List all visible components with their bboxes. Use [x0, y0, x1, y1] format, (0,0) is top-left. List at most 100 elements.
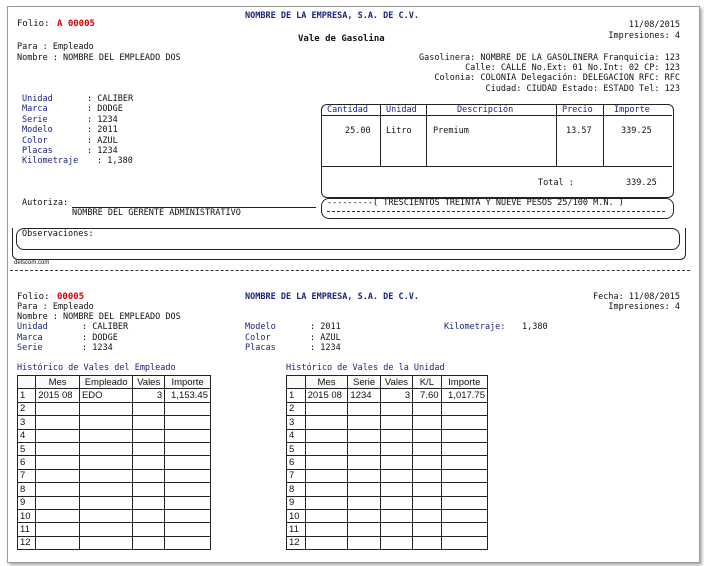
- hist-unit-header-cell: Vales: [379, 374, 414, 390]
- hist-unit-header-cell: Serie: [347, 374, 381, 390]
- company-name: NOMBRE DE LA EMPRESA, S.A. DE C.V.: [245, 11, 419, 21]
- hist-unit-cell: [412, 455, 442, 470]
- cut-line: [10, 270, 690, 271]
- vehicle-label-marca: Marca: [22, 104, 48, 114]
- hist-employee-cell: [164, 455, 211, 470]
- hist-employee-cell: [35, 495, 80, 510]
- hist-employee-cell: [78, 482, 134, 497]
- hist-employee-cell: [78, 468, 134, 484]
- hist-employee-cell: 3: [132, 388, 166, 403]
- hist-unit-cell: 6: [286, 455, 306, 470]
- hist-unit-cell: 12: [286, 535, 306, 551]
- hist-unit-cell: [379, 401, 414, 417]
- hist-unit-cell: [347, 495, 381, 510]
- hist-employee-cell: [35, 401, 80, 417]
- vehicle-label-color: Color: [22, 136, 48, 146]
- hist-unit-cell: 3: [286, 415, 306, 430]
- stub-value-modelo: : 2011: [310, 322, 341, 332]
- hist-unit-cell: [304, 441, 349, 457]
- stub-value-kilometraje: 1,380: [522, 322, 548, 332]
- hist-employee-cell: [164, 415, 211, 430]
- voucher-date: 11/08/2015: [628, 20, 680, 30]
- hist-unit-cell: [412, 482, 442, 497]
- stub-recipient-name: Nombre : NOMBRE DEL EMPLEADO DOS: [17, 312, 181, 322]
- hist-unit-header-cell: Mes: [304, 374, 349, 390]
- hist-unit-cell: [347, 415, 381, 430]
- hist-employee-cell: [164, 495, 211, 510]
- items-col-divider-1: [380, 105, 381, 166]
- hist-unit-cell: [304, 455, 349, 470]
- hist-unit-cell: [440, 508, 489, 524]
- hist-unit-cell: [412, 522, 442, 537]
- hist-employee-cell: [78, 428, 134, 443]
- stub-value-serie: : 1234: [82, 343, 113, 353]
- hist-unit-cell: [304, 535, 349, 551]
- hist-employee-row: 1 2015 08 EDO 3 1,153.45: [16, 388, 211, 403]
- hist-unit-row: 3: [286, 415, 489, 430]
- total-label: Total :: [538, 178, 574, 188]
- hist-employee-cell: [78, 508, 134, 524]
- item-descripcion: Premium: [433, 126, 469, 136]
- hist-unit-cell: [347, 522, 381, 537]
- hist-unit-cell: [347, 401, 381, 417]
- hist-employee-cell: [132, 508, 166, 524]
- folio-label: Folio:: [17, 19, 50, 29]
- hist-employee-cell: [164, 428, 211, 443]
- hist-unit-cell: [412, 428, 442, 443]
- hist-unit-cell: [440, 415, 489, 430]
- hist-unit-cell: [412, 495, 442, 510]
- vehicle-value-modelo: : 2011: [87, 125, 118, 135]
- hist-unit-cell: 10: [286, 508, 306, 524]
- hist-unit-row: 7: [286, 468, 489, 484]
- hist-unit-row: 5: [286, 441, 489, 457]
- hist-employee-row: 11: [16, 522, 211, 537]
- station-line-3: Colonia: COLONIA Delegación: DELEGACION …: [434, 73, 680, 83]
- hist-unit-cell: [412, 535, 442, 551]
- items-total-divider: [322, 166, 672, 167]
- hist-unit-cell: [379, 522, 414, 537]
- hist-employee-row: 7: [16, 468, 211, 484]
- hist-unit-cell: 7.60: [412, 388, 442, 403]
- hist-employee-header-cell: Mes: [35, 374, 80, 390]
- hist-unit-cell: [440, 522, 489, 537]
- hist-employee-row: 12: [16, 535, 211, 551]
- hist-unit-cell: [304, 415, 349, 430]
- items-header-divider: [322, 115, 672, 116]
- items-header-importe: Importe: [614, 105, 650, 115]
- hist-unit-cell: [440, 482, 489, 497]
- hist-employee-cell: [164, 508, 211, 524]
- stub-label-unidad: Unidad: [17, 322, 48, 332]
- hist-employee-cell: [35, 535, 80, 551]
- hist-employee-table: Mes Empleado Vales Importe 1 2015 08 EDO 3 1,15…: [16, 374, 211, 551]
- hist-unit-header-cell: [286, 374, 306, 390]
- hist-unit-row: 8: [286, 482, 489, 497]
- hist-unit-row: 10: [286, 508, 489, 524]
- hist-unit-cell: [379, 468, 414, 484]
- hist-unit-cell: [379, 441, 414, 457]
- hist-employee-cell: [132, 401, 166, 417]
- hist-unit-cell: 4: [286, 428, 306, 443]
- hist-employee-cell: [78, 535, 134, 551]
- hist-unit-header-cell: Importe: [440, 374, 489, 390]
- hist-employee-header-cell: Empleado: [78, 374, 134, 390]
- hist-unit-cell: [347, 535, 381, 551]
- hist-unit-cell: [379, 482, 414, 497]
- items-header-precio: Precio: [562, 105, 593, 115]
- hist-unit-row: 4: [286, 428, 489, 443]
- hist-employee-cell: 8: [16, 482, 37, 497]
- hist-unit-cell: 5: [286, 441, 306, 457]
- stub-label-kilometraje: Kilometraje:: [444, 322, 506, 332]
- hist-employee-row: 3: [16, 415, 211, 430]
- hist-employee-cell: [35, 508, 80, 524]
- hist-unit-cell: 11: [286, 522, 306, 537]
- hist-employee-row: 10: [16, 508, 211, 524]
- hist-unit-cell: [412, 468, 442, 484]
- items-header-cantidad: Cantidad: [327, 105, 368, 115]
- vehicle-label-serie: Serie: [22, 115, 48, 125]
- hist-employee-cell: [35, 482, 80, 497]
- hist-employee-cell: [35, 468, 80, 484]
- station-line-2: Calle: CALLE No.Ext: 01 No.Int: 02 CP: 1…: [465, 63, 680, 73]
- vehicle-value-placas: : 1234: [87, 146, 118, 156]
- items-col-divider-3: [556, 105, 557, 166]
- footer-brand: delscom.com: [14, 260, 50, 266]
